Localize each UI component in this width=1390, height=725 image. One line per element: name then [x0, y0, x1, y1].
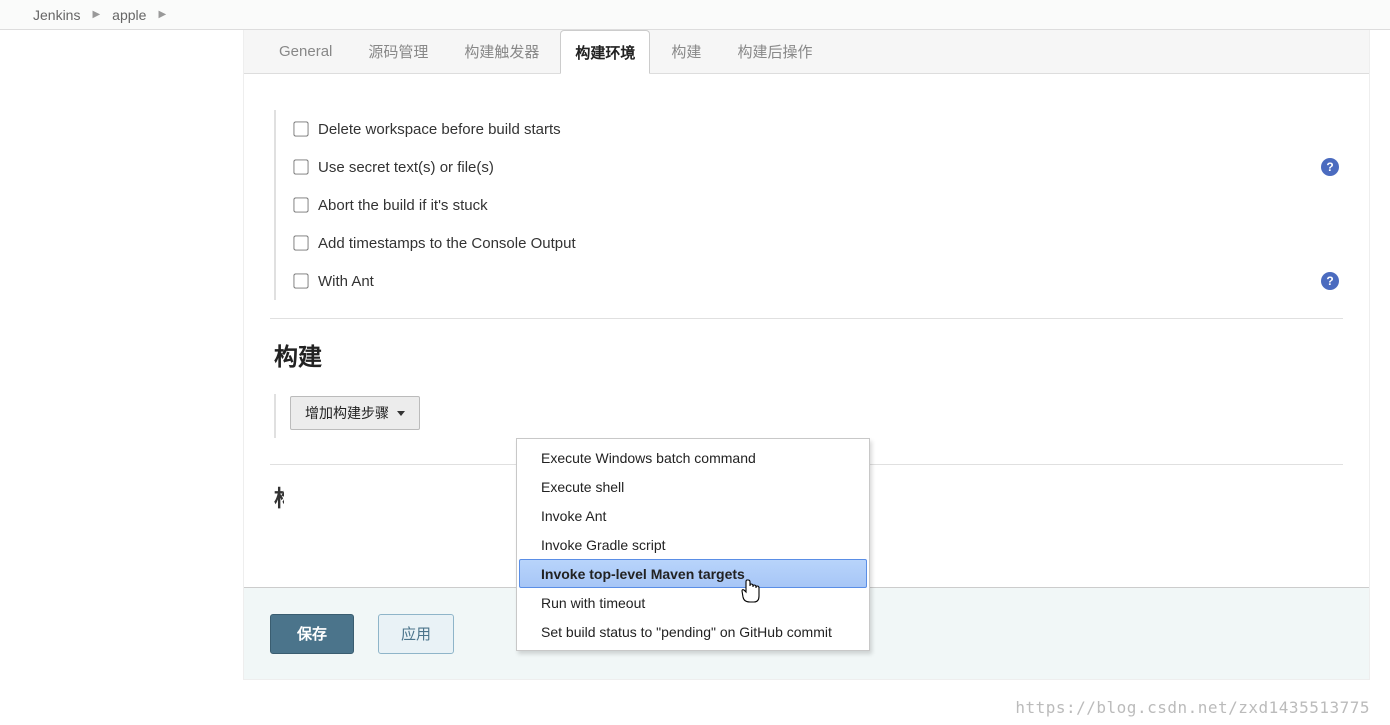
config-panel: General 源码管理 构建触发器 构建环境 构建 构建后操作 Delete … [243, 30, 1370, 680]
option-delete-workspace[interactable]: Delete workspace before build starts [290, 110, 561, 148]
tab-build-env[interactable]: 构建环境 [560, 30, 650, 74]
build-section: 增加构建步骤 [274, 394, 1343, 438]
help-icon[interactable]: ? [1321, 158, 1339, 176]
menu-item-gradle[interactable]: Invoke Gradle script [519, 530, 867, 559]
menu-item-ant[interactable]: Invoke Ant [519, 501, 867, 530]
menu-item-windows-batch[interactable]: Execute Windows batch command [519, 443, 867, 472]
checkbox-secret-text[interactable] [293, 159, 308, 174]
tab-bar: General 源码管理 构建触发器 构建环境 构建 构建后操作 [244, 30, 1369, 74]
build-env-section: Delete workspace before build starts Use… [274, 110, 1343, 300]
option-label: Delete workspace before build starts [318, 121, 561, 138]
tab-scm[interactable]: 源码管理 [353, 30, 443, 73]
build-section-heading: 构建 [274, 337, 1343, 372]
menu-item-timeout[interactable]: Run with timeout [519, 588, 867, 617]
menu-item-shell[interactable]: Execute shell [519, 472, 867, 501]
checkbox-abort-stuck[interactable] [293, 197, 308, 212]
checkbox-delete-workspace[interactable] [293, 121, 308, 136]
option-abort-stuck[interactable]: Abort the build if it's stuck [290, 186, 488, 224]
section-divider [270, 318, 1343, 319]
tab-post-build[interactable]: 构建后操作 [722, 30, 827, 73]
add-build-step-button[interactable]: 增加构建步骤 [290, 396, 420, 430]
option-label: Add timestamps to the Console Output [318, 235, 576, 252]
add-build-step-label: 增加构建步骤 [305, 403, 389, 423]
chevron-right-icon: ▶ [154, 9, 170, 20]
option-label: Abort the build if it's stuck [318, 197, 488, 214]
menu-item-maven[interactable]: Invoke top-level Maven targets [519, 559, 867, 588]
breadcrumb-item-project[interactable]: apple [104, 7, 154, 23]
breadcrumb: Jenkins ▶ apple ▶ [0, 0, 1390, 30]
caret-down-icon [397, 411, 405, 416]
tab-triggers[interactable]: 构建触发器 [449, 30, 554, 73]
option-secret-text[interactable]: Use secret text(s) or file(s) [290, 148, 494, 186]
help-icon[interactable]: ? [1321, 272, 1339, 290]
save-button[interactable]: 保存 [270, 614, 354, 654]
option-label: Use secret text(s) or file(s) [318, 159, 494, 176]
post-build-heading-partial: 构 [274, 481, 284, 513]
tab-build[interactable]: 构建 [656, 30, 716, 73]
chevron-right-icon: ▶ [88, 9, 104, 20]
apply-button[interactable]: 应用 [378, 614, 454, 654]
option-label: With Ant [318, 273, 374, 290]
breadcrumb-item-jenkins[interactable]: Jenkins [25, 7, 88, 23]
watermark-text: https://blog.csdn.net/zxd1435513775 [1015, 698, 1370, 717]
option-timestamps[interactable]: Add timestamps to the Console Output [290, 224, 576, 262]
option-with-ant[interactable]: With Ant [290, 262, 374, 300]
checkbox-with-ant[interactable] [293, 273, 308, 288]
checkbox-timestamps[interactable] [293, 235, 308, 250]
build-step-dropdown-menu: Execute Windows batch command Execute sh… [516, 438, 870, 651]
tab-general[interactable]: General [264, 30, 347, 73]
menu-item-github-pending[interactable]: Set build status to "pending" on GitHub … [519, 617, 867, 646]
